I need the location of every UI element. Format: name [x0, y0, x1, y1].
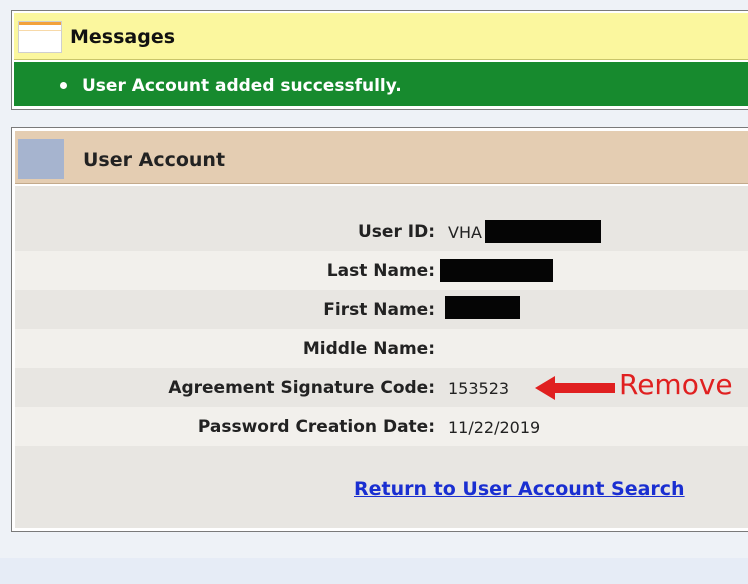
user-account-details: User ID: VHA Last Name: First Name: Midd… — [15, 186, 748, 528]
user-account-header: User Account — [15, 131, 748, 184]
user-id-label: User ID: — [358, 222, 435, 242]
agreement-code-label: Agreement Signature Code: — [168, 378, 435, 398]
first-name-redaction — [445, 296, 520, 319]
red-arrow-icon — [535, 376, 615, 400]
middle-name-label: Middle Name: — [302, 339, 435, 359]
messages-icon — [18, 21, 62, 53]
user-id-redaction — [485, 220, 601, 243]
user-id-value: VHA — [448, 223, 482, 242]
field-row-password-date: Password Creation Date: 11/22/2019 — [15, 407, 748, 446]
field-row-agreement-code: Agreement Signature Code: 153523 Remove — [15, 368, 748, 407]
success-message: User Account added successfully. — [82, 76, 402, 96]
last-name-label: Last Name: — [326, 261, 435, 281]
last-name-redaction — [440, 259, 553, 282]
footer-strip — [0, 558, 748, 584]
messages-panel: Messages User Account added successfully… — [11, 10, 748, 110]
field-row-first-name: First Name: — [15, 290, 748, 329]
success-message-bar: User Account added successfully. — [14, 62, 748, 106]
password-date-value: 11/22/2019 — [448, 418, 541, 437]
agreement-code-value: 153523 — [448, 379, 510, 398]
field-row-last-name: Last Name: — [15, 251, 748, 290]
field-row-user-id: User ID: VHA — [15, 212, 748, 251]
password-date-label: Password Creation Date: — [197, 417, 435, 437]
return-to-search-link[interactable]: Return to User Account Search — [354, 478, 685, 500]
user-account-panel: User Account User ID: VHA Last Name: Fir… — [11, 127, 748, 532]
messages-header: Messages — [14, 13, 748, 60]
user-account-title: User Account — [83, 149, 226, 171]
account-icon — [18, 139, 64, 179]
first-name-label: First Name: — [323, 300, 435, 320]
messages-title: Messages — [70, 26, 176, 48]
remove-annotation: Remove — [619, 368, 733, 401]
field-row-middle-name: Middle Name: — [15, 329, 748, 368]
bullet-icon — [60, 82, 67, 89]
